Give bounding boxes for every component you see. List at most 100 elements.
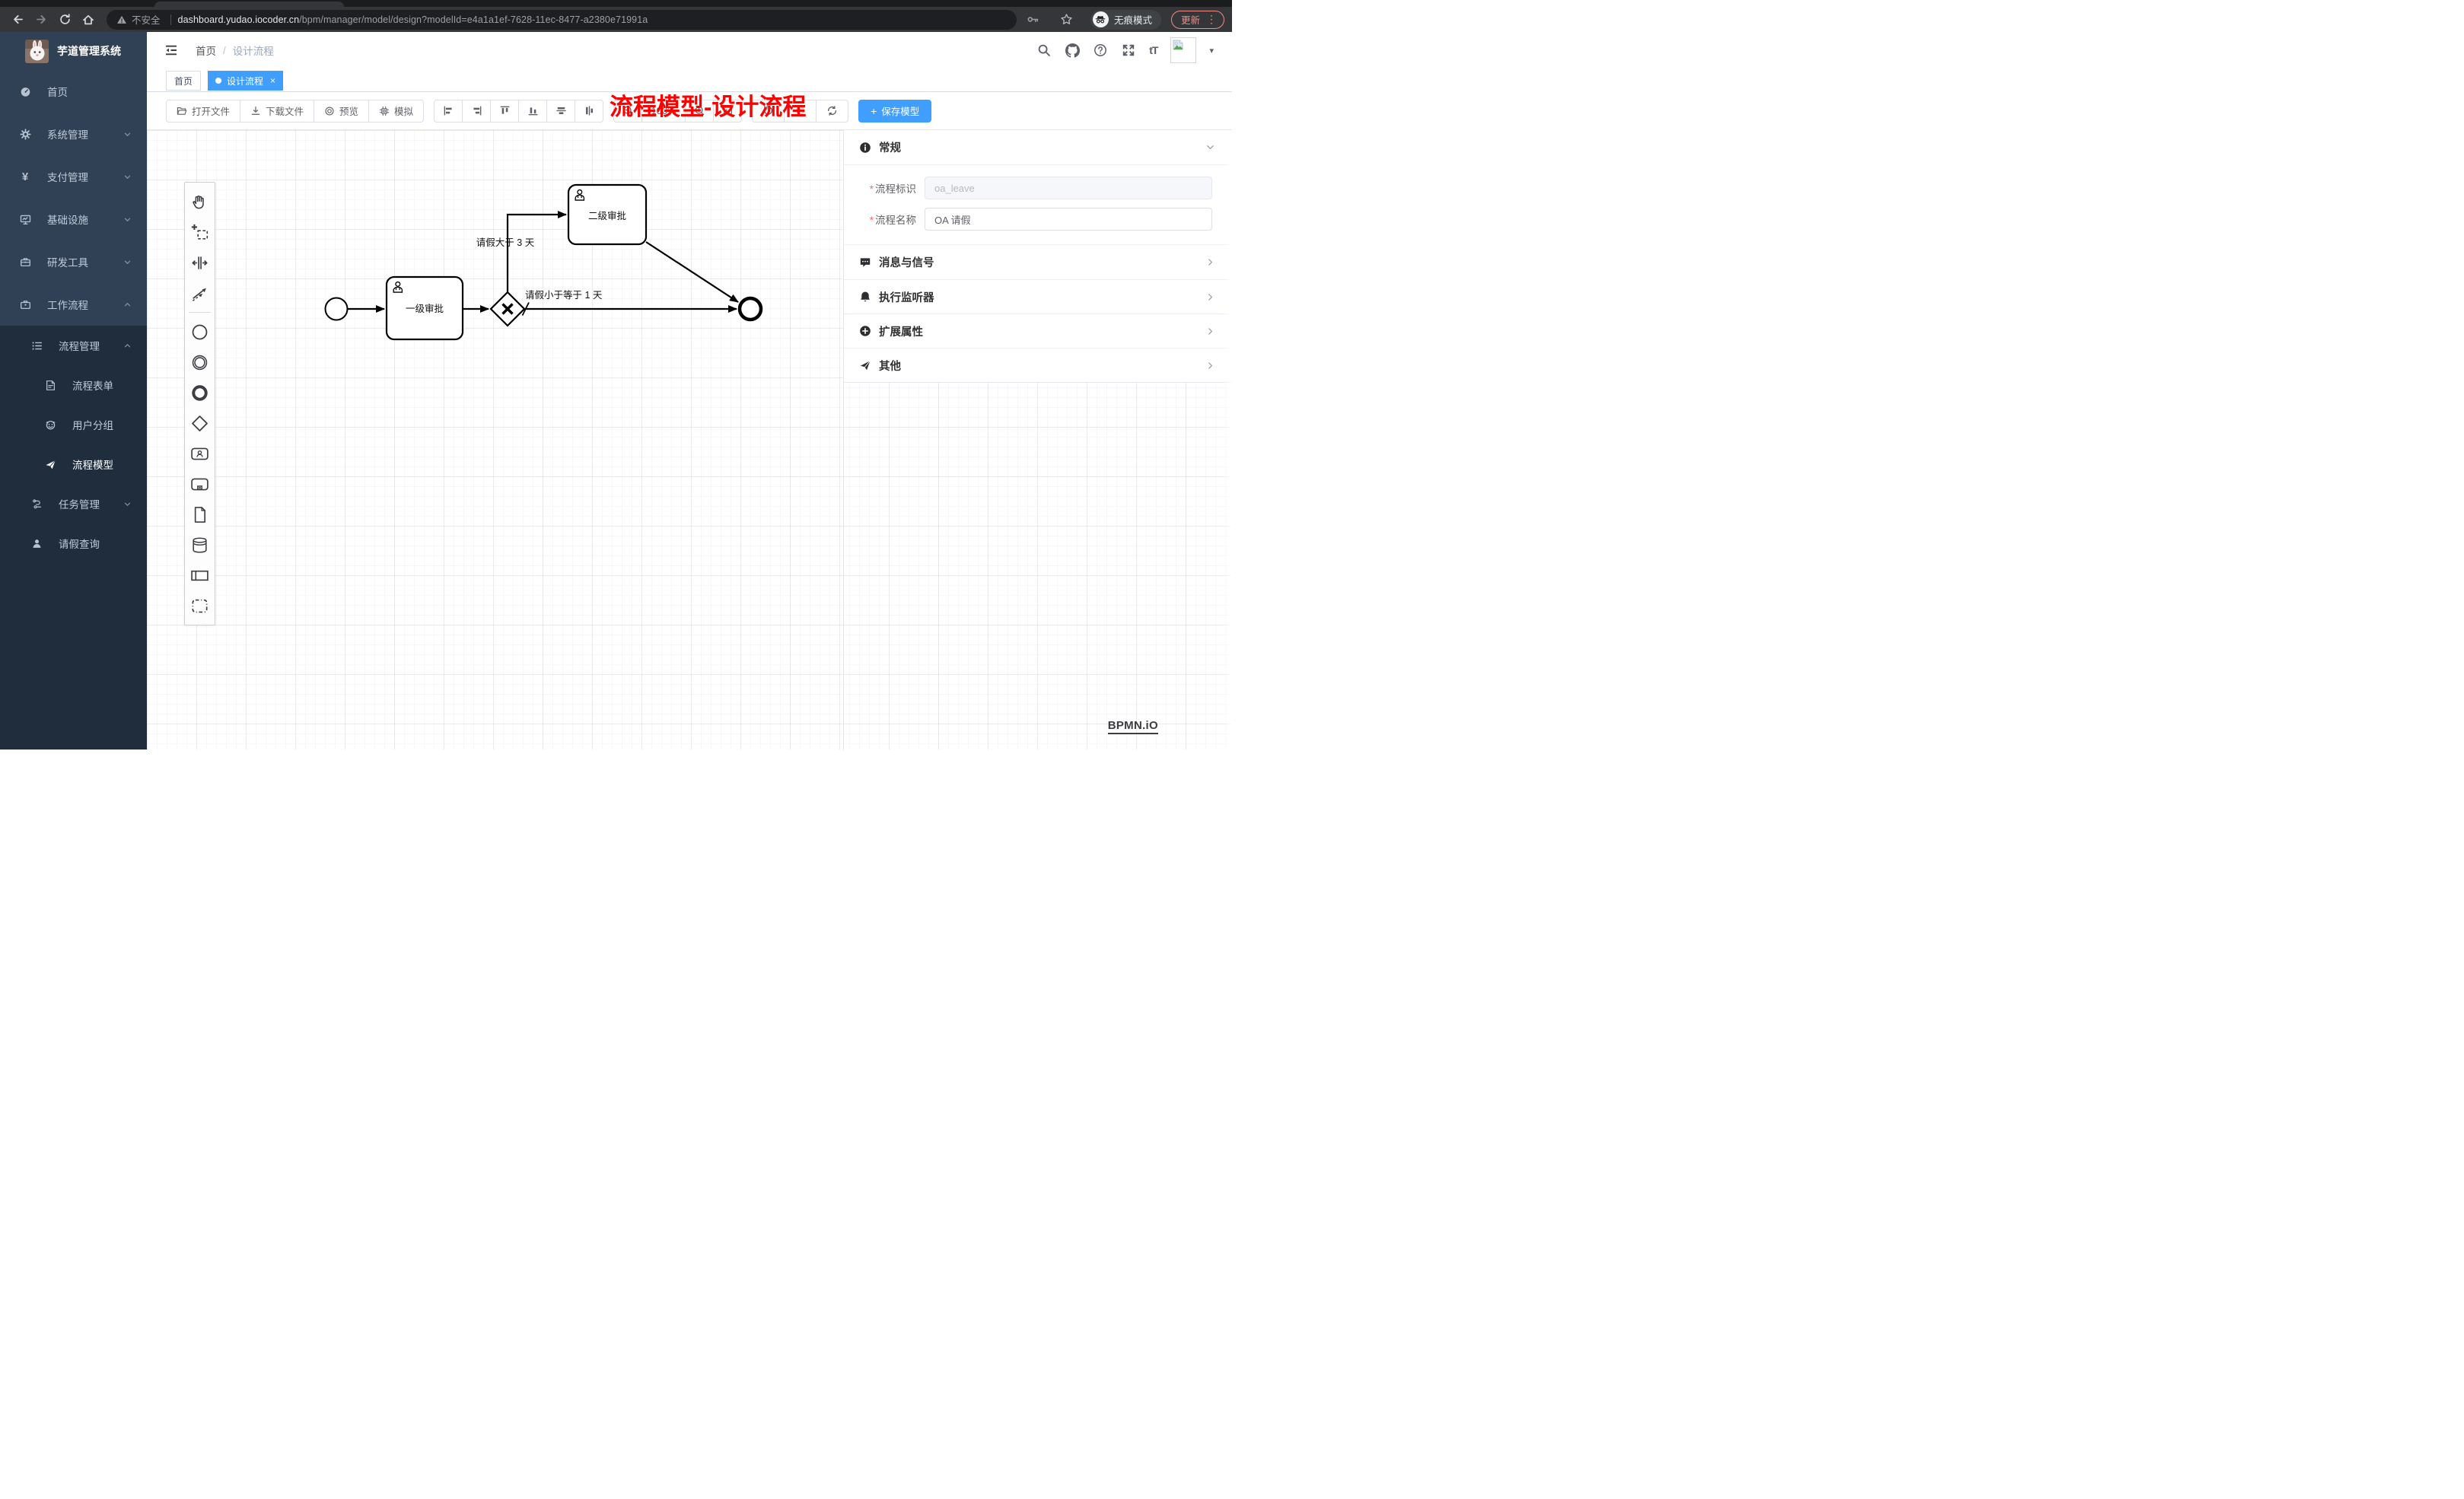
app-header: 首页 / 设计流程 tT xyxy=(147,32,1232,68)
section-general[interactable]: 常规 xyxy=(844,130,1232,164)
sidebar-item-devtools[interactable]: 研发工具 xyxy=(0,240,147,283)
update-button[interactable]: 更新 ⋮ xyxy=(1171,11,1224,29)
process-key-input[interactable] xyxy=(925,177,1212,199)
space-tool-icon[interactable] xyxy=(185,247,215,278)
end-event[interactable] xyxy=(740,298,761,320)
sidebar-item-leave-query[interactable]: 请假查询 xyxy=(0,524,147,563)
search-icon[interactable] xyxy=(1036,43,1052,58)
back-icon[interactable] xyxy=(8,10,27,30)
start-event-icon[interactable] xyxy=(185,317,215,347)
group-icon[interactable] xyxy=(185,590,215,621)
bell-icon xyxy=(859,291,871,303)
section-other[interactable]: 其他 xyxy=(844,348,1232,382)
tab-design-process[interactable]: 设计流程 × xyxy=(208,71,283,91)
browser-toolbar: 不安全 dashboard.yudao.iocoder.cn/bpm/manag… xyxy=(0,7,1232,32)
align-center-horizontal-icon[interactable] xyxy=(546,100,575,123)
bpmn-canvas[interactable]: 请假大于 3 天 请假小于等于 1 天 一级审批 xyxy=(147,129,1232,750)
user-task-level2[interactable]: 二级审批 xyxy=(568,185,646,244)
browser-active-tab[interactable] xyxy=(154,2,344,7)
tab-home[interactable]: 首页 xyxy=(166,71,201,91)
sidebar-item-process-model[interactable]: 流程模型 xyxy=(0,444,147,484)
incognito-label: 无痕模式 xyxy=(1114,12,1152,27)
exclusive-gateway[interactable] xyxy=(491,292,524,326)
chevron-up-icon xyxy=(123,301,132,309)
align-bottom-icon[interactable] xyxy=(518,100,547,123)
section-execution-listener[interactable]: 执行监听器 xyxy=(844,279,1232,313)
start-event[interactable] xyxy=(326,298,348,320)
close-icon[interactable]: × xyxy=(270,76,275,85)
app-title: 芋道管理系统 xyxy=(57,43,121,59)
help-icon[interactable] xyxy=(1093,43,1108,58)
simulate-button[interactable]: 模拟 xyxy=(368,100,424,123)
breadcrumb-home[interactable]: 首页 xyxy=(196,43,216,58)
sidebar-item-user-group[interactable]: 用户分组 xyxy=(0,405,147,444)
user-task-icon[interactable] xyxy=(185,438,215,469)
sidebar-item-infra[interactable]: 基础设施 xyxy=(0,198,147,240)
flow-label[interactable]: 请假小于等于 1 天 xyxy=(525,289,603,301)
active-dot xyxy=(215,78,221,84)
open-file-button[interactable]: 打开文件 xyxy=(166,100,240,123)
process-name-input[interactable] xyxy=(925,208,1212,231)
url-bar[interactable]: 不安全 dashboard.yudao.iocoder.cn/bpm/manag… xyxy=(107,10,1017,30)
forward-icon[interactable] xyxy=(31,10,51,30)
breadcrumb: 首页 / 设计流程 xyxy=(196,32,274,68)
align-top-icon[interactable] xyxy=(490,100,519,123)
align-center-vertical-icon[interactable] xyxy=(575,100,603,123)
hand-tool-icon[interactable] xyxy=(185,186,215,217)
section-title: 常规 xyxy=(879,139,901,155)
info-circle-icon xyxy=(859,142,871,154)
restart-icon[interactable] xyxy=(816,100,848,123)
align-left-icon[interactable] xyxy=(434,100,463,123)
user-task-level1[interactable]: 一级审批 xyxy=(387,277,463,339)
end-event-icon[interactable] xyxy=(185,377,215,408)
section-message-signal[interactable]: 消息与信号 xyxy=(844,245,1232,279)
sidebar-item-process-form[interactable]: 流程表单 xyxy=(0,365,147,405)
field-label: *流程名称 xyxy=(848,212,925,227)
download-file-button[interactable]: 下载文件 xyxy=(240,100,314,123)
sidebar-item-process-mgmt[interactable]: 流程管理 xyxy=(0,326,147,365)
url-divider xyxy=(170,14,171,25)
flow-label[interactable]: 请假大于 3 天 xyxy=(476,237,535,248)
participant-icon[interactable] xyxy=(185,560,215,590)
flow-gateway-to-task2[interactable] xyxy=(508,215,566,292)
required-asterisk: * xyxy=(870,215,874,226)
lasso-tool-icon[interactable] xyxy=(185,217,215,247)
fullscreen-icon[interactable] xyxy=(1121,43,1136,58)
sidebar-item-home[interactable]: 首页 xyxy=(0,70,147,113)
align-right-icon[interactable] xyxy=(462,100,491,123)
browser-menu-dots-icon[interactable]: ⋮ xyxy=(1206,13,1217,26)
security-label[interactable]: 不安全 xyxy=(132,12,161,27)
save-model-button[interactable]: + 保存模型 xyxy=(858,100,931,123)
key-icon[interactable] xyxy=(1023,10,1043,30)
intermediate-event-icon[interactable] xyxy=(185,347,215,377)
security-warning-icon[interactable] xyxy=(116,14,127,25)
task-label: 二级审批 xyxy=(588,210,626,221)
sidebar-item-label: 请假查询 xyxy=(59,536,100,551)
gateway-icon[interactable] xyxy=(185,408,215,438)
preview-button[interactable]: 预览 xyxy=(314,100,369,123)
subprocess-icon[interactable] xyxy=(185,469,215,499)
sidebar-item-workflow[interactable]: 工作流程 xyxy=(0,283,147,326)
sidebar-collapse-icon[interactable] xyxy=(164,43,179,58)
url-path[interactable]: /bpm/manager/model/design?modelId=e4a1a1… xyxy=(299,14,648,25)
section-title: 其他 xyxy=(879,358,901,374)
font-size-icon[interactable]: tT xyxy=(1149,44,1157,56)
home-icon[interactable] xyxy=(78,10,98,30)
github-icon[interactable] xyxy=(1065,43,1080,58)
app-logo-row[interactable]: 芋道管理系统 xyxy=(0,32,147,70)
url-host[interactable]: dashboard.yudao.iocoder.cn xyxy=(178,14,300,25)
flow-task2-to-end[interactable] xyxy=(646,242,738,302)
global-connect-tool-icon[interactable] xyxy=(185,278,215,308)
data-object-icon[interactable] xyxy=(185,499,215,530)
sidebar-item-task-mgmt[interactable]: 任务管理 xyxy=(0,484,147,524)
sidebar-item-system[interactable]: 系统管理 xyxy=(0,113,147,155)
section-extended-attributes[interactable]: 扩展属性 xyxy=(844,313,1232,348)
file-button-group: 打开文件 下载文件 预览 模拟 xyxy=(166,100,424,123)
sidebar-item-payment[interactable]: ¥ 支付管理 xyxy=(0,155,147,198)
reload-icon[interactable] xyxy=(55,10,75,30)
data-store-icon[interactable] xyxy=(185,530,215,560)
avatar[interactable] xyxy=(1170,37,1196,63)
bookmark-star-icon[interactable] xyxy=(1057,10,1077,30)
caret-down-icon[interactable]: ▾ xyxy=(1209,46,1214,56)
field-label: *流程标识 xyxy=(848,180,925,196)
